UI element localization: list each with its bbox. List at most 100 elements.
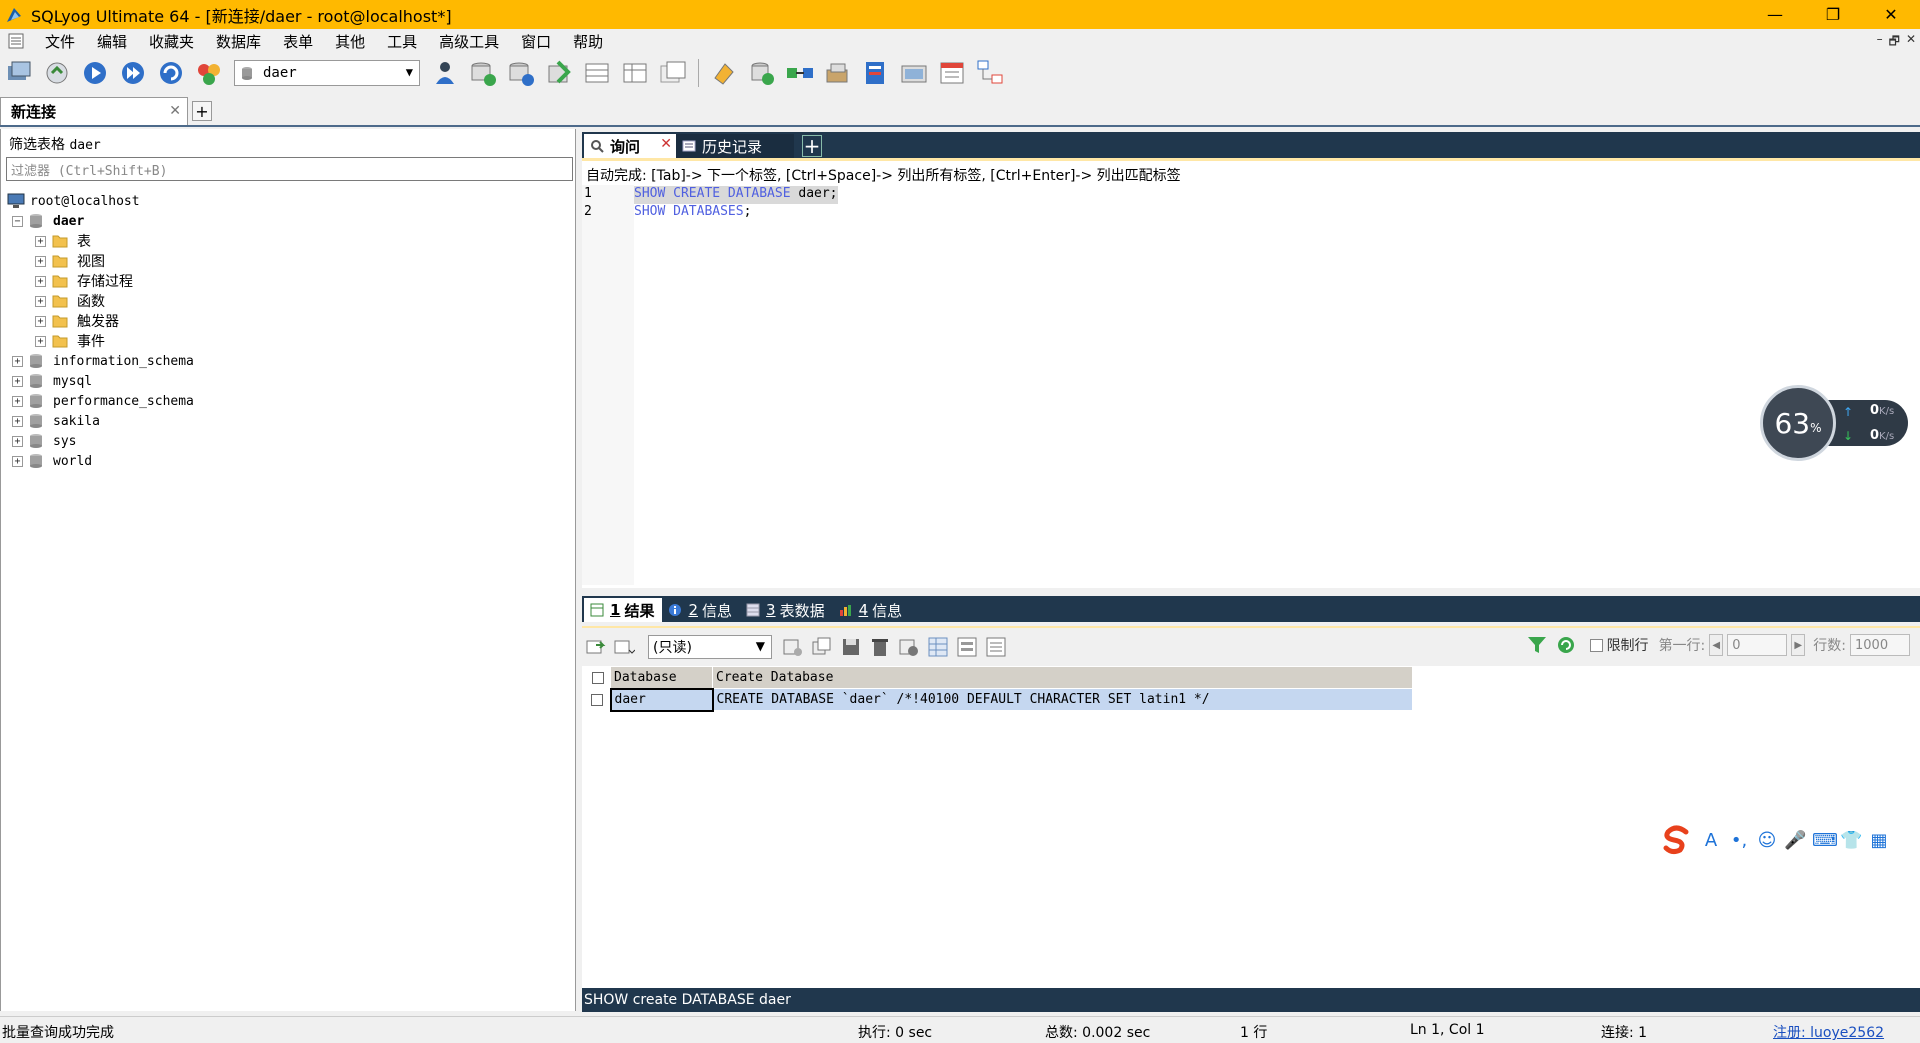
expand-icon[interactable]: + <box>12 395 23 407</box>
tree-folder-procedures[interactable]: + 存储过程 <box>1 271 575 291</box>
create-database-icon[interactable] <box>468 58 498 88</box>
designer-icon[interactable] <box>975 58 1005 88</box>
column-header-create-database[interactable]: Create Database <box>712 666 1413 689</box>
ime-emoji-icon[interactable]: ☺ <box>1756 830 1778 851</box>
mdi-restore-button[interactable]: 🗗 <box>1889 32 1900 53</box>
expand-icon[interactable]: + <box>12 455 23 467</box>
refresh-icon[interactable] <box>156 58 186 88</box>
scheduler-icon[interactable] <box>899 58 929 88</box>
ime-voice-icon[interactable]: 🎤 <box>1784 830 1806 851</box>
tree-root[interactable]: root@localhost <box>1 191 575 211</box>
mdi-minimize-button[interactable]: – <box>1877 32 1883 53</box>
prev-page-button[interactable]: ◀ <box>1709 634 1724 656</box>
tab-table-data[interactable]: 3 表数据 <box>740 598 833 622</box>
select-all-checkbox[interactable] <box>584 666 611 689</box>
menu-table[interactable]: 表单 <box>272 31 324 52</box>
ime-skin-icon[interactable]: 👕 <box>1840 830 1862 851</box>
filter-icon[interactable] <box>1526 634 1548 656</box>
schema-sync-icon[interactable] <box>785 58 815 88</box>
tree-db-performance-schema[interactable]: + performance_schema <box>1 391 575 411</box>
ime-punctuation-icon[interactable]: •, <box>1728 830 1750 851</box>
connection-tab[interactable]: 新连接 ✕ <box>0 97 188 125</box>
tab-query[interactable]: 询问 ✕ <box>584 134 676 158</box>
execute-query-icon[interactable] <box>80 58 110 88</box>
row-count-input[interactable]: 1000 <box>1850 634 1910 656</box>
menu-file[interactable]: 文件 <box>34 31 86 52</box>
report-icon[interactable] <box>937 58 967 88</box>
close-button[interactable]: ✕ <box>1862 0 1920 29</box>
tab-result[interactable]: 1 结果 <box>584 598 663 622</box>
user-manager-icon[interactable] <box>430 58 460 88</box>
expand-icon[interactable]: + <box>35 315 46 327</box>
table-row[interactable]: daer CREATE DATABASE `daer` /*!40100 DEF… <box>584 687 1413 712</box>
expand-icon[interactable]: + <box>35 235 46 247</box>
read-only-select[interactable]: (只读) ▼ <box>648 635 772 659</box>
tree-db-daer[interactable]: − daer <box>1 211 575 231</box>
menu-other[interactable]: 其他 <box>324 31 376 52</box>
export-icon[interactable] <box>584 636 606 658</box>
table-copy-icon[interactable] <box>658 58 688 88</box>
tree-folder-views[interactable]: + 视图 <box>1 251 575 271</box>
save-icon[interactable] <box>840 636 862 658</box>
filter-input[interactable]: 过滤器 (Ctrl+Shift+B) <box>6 157 573 181</box>
tree-folder-tables[interactable]: + 表 <box>1 231 575 251</box>
expand-icon[interactable]: + <box>12 375 23 387</box>
tab-info-1[interactable]: 2 信息 <box>662 598 740 622</box>
tree-db-mysql[interactable]: + mysql <box>1 371 575 391</box>
create-table-icon[interactable] <box>506 58 536 88</box>
expand-icon[interactable]: + <box>35 295 46 307</box>
backup-icon[interactable] <box>747 58 777 88</box>
menu-favorites[interactable]: 收藏夹 <box>138 31 205 52</box>
minimize-button[interactable]: — <box>1746 0 1804 29</box>
form-view-icon[interactable] <box>956 636 978 658</box>
cell-database[interactable]: daer <box>609 687 714 712</box>
tab-info-2[interactable]: 4 信息 <box>833 598 911 622</box>
execute-all-icon[interactable] <box>118 58 148 88</box>
expand-icon[interactable]: + <box>12 355 23 367</box>
tree-folder-triggers[interactable]: + 触发器 <box>1 311 575 331</box>
tab-history[interactable]: 历史记录 <box>676 134 794 158</box>
tree-folder-events[interactable]: + 事件 <box>1 331 575 351</box>
menu-advanced-tools[interactable]: 高级工具 <box>428 31 510 52</box>
menu-window[interactable]: 窗口 <box>510 31 562 52</box>
menu-tools[interactable]: 工具 <box>376 31 428 52</box>
duplicate-row-icon[interactable] <box>811 636 833 658</box>
tree-folder-functions[interactable]: + 函数 <box>1 291 575 311</box>
limit-rows-checkbox[interactable] <box>1589 638 1603 652</box>
grid-view-icon[interactable] <box>927 636 949 658</box>
next-page-button[interactable]: ▶ <box>1791 634 1806 656</box>
ime-keyboard-icon[interactable]: ⌨ <box>1812 830 1838 851</box>
tree-db-sakila[interactable]: + sakila <box>1 411 575 431</box>
register-link[interactable]: 注册: luoye2562 <box>1773 1022 1884 1042</box>
database-select[interactable]: daer ▼ <box>234 60 420 86</box>
table-data-icon[interactable] <box>582 58 612 88</box>
column-header-database[interactable]: Database <box>610 666 713 689</box>
first-row-input[interactable]: 0 <box>1727 634 1788 656</box>
expand-icon[interactable]: + <box>35 255 46 267</box>
cancel-changes-icon[interactable] <box>898 636 920 658</box>
close-icon[interactable]: ✕ <box>169 103 181 119</box>
row-checkbox[interactable] <box>584 688 611 711</box>
table-structure-icon[interactable] <box>620 58 650 88</box>
import-icon[interactable] <box>544 58 574 88</box>
tree-db-information-schema[interactable]: + information_schema <box>1 351 575 371</box>
tree-db-sys[interactable]: + sys <box>1 431 575 451</box>
expand-icon[interactable]: + <box>35 335 46 347</box>
document-menu-icon[interactable] <box>8 33 24 49</box>
schema-icon[interactable] <box>194 58 224 88</box>
tree-db-world[interactable]: + world <box>1 451 575 471</box>
expand-icon[interactable]: + <box>35 275 46 287</box>
refresh-results-icon[interactable] <box>1555 634 1577 656</box>
sync-icon[interactable] <box>709 58 739 88</box>
text-view-icon[interactable] <box>985 636 1007 658</box>
menu-edit[interactable]: 编辑 <box>86 31 138 52</box>
collapse-icon[interactable]: − <box>12 215 23 227</box>
code-line[interactable]: 1 SHOW CREATE DATABASE daer; <box>582 186 838 204</box>
code-line[interactable]: 2 SHOW DATABASES; <box>582 204 751 222</box>
ime-toolbox-icon[interactable]: ▦ <box>1868 830 1890 851</box>
network-monitor-widget[interactable]: 63% ↑ ↓ 0K/s 0K/s <box>1760 385 1910 461</box>
menu-database[interactable]: 数据库 <box>205 31 272 52</box>
new-connection-icon[interactable] <box>4 58 34 88</box>
migration-icon[interactable] <box>861 58 891 88</box>
cell-create-database[interactable]: CREATE DATABASE `daer` /*!40100 DEFAULT … <box>712 688 1413 711</box>
